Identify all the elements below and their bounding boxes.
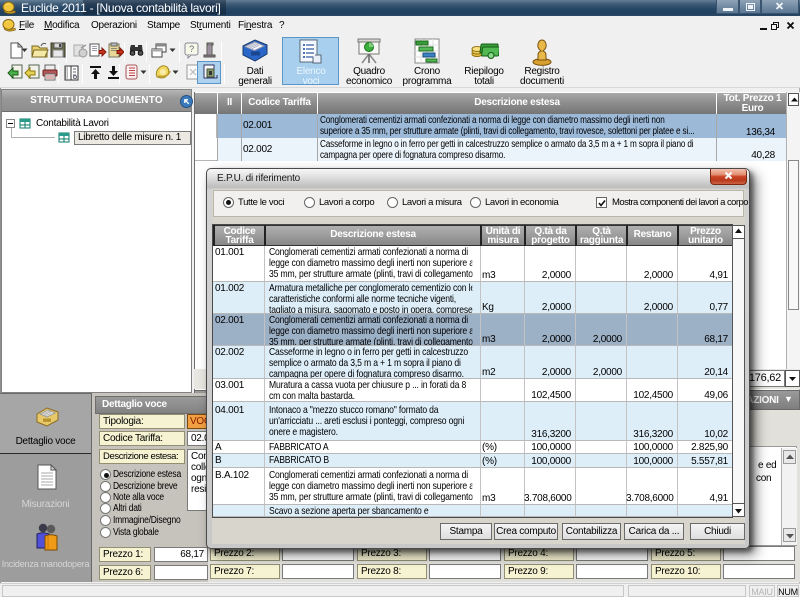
svg-text:?: ? [189, 44, 194, 54]
